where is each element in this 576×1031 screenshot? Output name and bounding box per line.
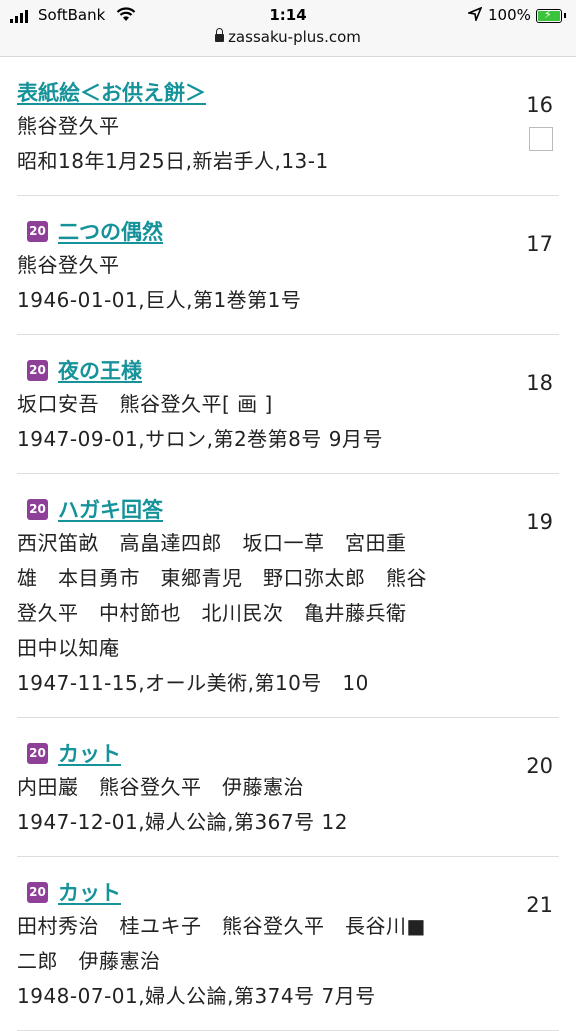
article-title-link[interactable]: カット	[58, 877, 121, 907]
age-badge-icon: 20	[27, 220, 48, 242]
battery-percent: 100%	[488, 6, 531, 24]
article-title-link[interactable]: カット	[58, 738, 121, 768]
title-row: 20 夜の王様	[17, 353, 559, 387]
title-row: 表紙絵＜お供え餅＞	[17, 75, 559, 109]
author-line: 熊谷登久平	[17, 253, 120, 277]
article-title-link[interactable]: 表紙絵＜お供え餅＞	[17, 77, 206, 107]
age-badge-icon: 20	[27, 498, 48, 520]
list-item: 20 カット田村秀治 桂ユキ子 熊谷登久平 長谷川■ 二郎 伊藤憲治 1948-07-…	[17, 857, 559, 1031]
author-line: 坂口安吾 熊谷登久平[ 画 ]	[17, 392, 273, 416]
age-badge-icon: 20	[27, 359, 48, 381]
title-row: 20 二つの偶然	[17, 214, 559, 248]
title-row: 20 カット	[17, 736, 559, 770]
list-item: 表紙絵＜お供え餅＞ 熊谷登久平昭和18年1月25日,新岩手人,13-1 16	[17, 57, 559, 196]
publication-info: 1947-09-01,サロン,第2巻第8号 9月号	[17, 427, 383, 451]
title-row: 20 ハガキ回答	[17, 492, 559, 526]
battery-charging-icon: ⚡	[536, 8, 566, 23]
author-line: 西沢笛畝 高畠達四郎 坂口一草 宮田重	[17, 531, 407, 555]
publication-info: 1947-11-15,オール美術,第10号 10	[17, 671, 369, 695]
address-bar[interactable]: zassaku-plus.com	[0, 28, 576, 46]
item-number: 16	[526, 93, 553, 117]
publication-info: 1947-12-01,婦人公論,第367号 12	[17, 810, 348, 834]
author-line: 雄 本目勇市 東郷青児 野口弥太郎 熊谷	[17, 566, 427, 590]
item-number: 21	[526, 893, 553, 917]
author-line: 熊谷登久平	[17, 114, 120, 138]
article-title-link[interactable]: ハガキ回答	[58, 494, 163, 524]
article-list: 表紙絵＜お供え餅＞ 熊谷登久平 昭和18年1月25日,新岩手人,13-1 16 20 二つ…	[0, 57, 576, 1031]
item-number: 17	[526, 232, 553, 256]
publication-info: 昭和18年1月25日,新岩手人,13-1	[17, 149, 329, 173]
article-title-link[interactable]: 二つの偶然	[58, 216, 163, 246]
publication-info: 1946-01-01,巨人,第1巻第1号	[17, 288, 302, 312]
item-number: 18	[526, 371, 553, 395]
item-number: 19	[526, 510, 553, 534]
author-line: 登久平 中村節也 北川民次 亀井藤兵衛	[17, 601, 407, 625]
age-badge-icon: 20	[27, 881, 48, 903]
age-badge-icon: 20	[27, 742, 48, 764]
location-arrow-icon	[466, 6, 483, 25]
item-number: 20	[526, 754, 553, 778]
author-line: 二郎 伊藤憲治	[17, 949, 161, 973]
article-title-link[interactable]: 夜の王様	[58, 355, 142, 385]
status-bar: SoftBank 1:14 100% ⚡ zassaku-plus.com	[0, 0, 576, 57]
list-item: 20 二つの偶然熊谷登久平 1946-01-01,巨人,第1巻第1号 17	[17, 196, 559, 335]
select-checkbox[interactable]	[529, 127, 553, 151]
publication-info: 1948-07-01,婦人公論,第374号 7月号	[17, 984, 376, 1008]
list-item: 20 カット内田巖 熊谷登久平 伊藤憲治 1947-12-01,婦人公論,第367号…	[17, 718, 559, 857]
title-row: 20 カット	[17, 875, 559, 909]
author-line: 田村秀治 桂ユキ子 熊谷登久平 長谷川■	[17, 914, 426, 938]
author-line: 内田巖 熊谷登久平 伊藤憲治	[17, 775, 304, 799]
url-text: zassaku-plus.com	[228, 28, 361, 46]
lock-icon	[215, 28, 225, 42]
list-item: 20 ハガキ回答西沢笛畝 高畠達四郎 坂口一草 宮田重雄 本目勇市 東郷青児 野口…	[17, 474, 559, 718]
list-item: 20 夜の王様坂口安吾 熊谷登久平[ 画 ] 1947-09-01,サロン,第2巻第…	[17, 335, 559, 474]
author-line: 田中以知庵	[17, 636, 120, 660]
